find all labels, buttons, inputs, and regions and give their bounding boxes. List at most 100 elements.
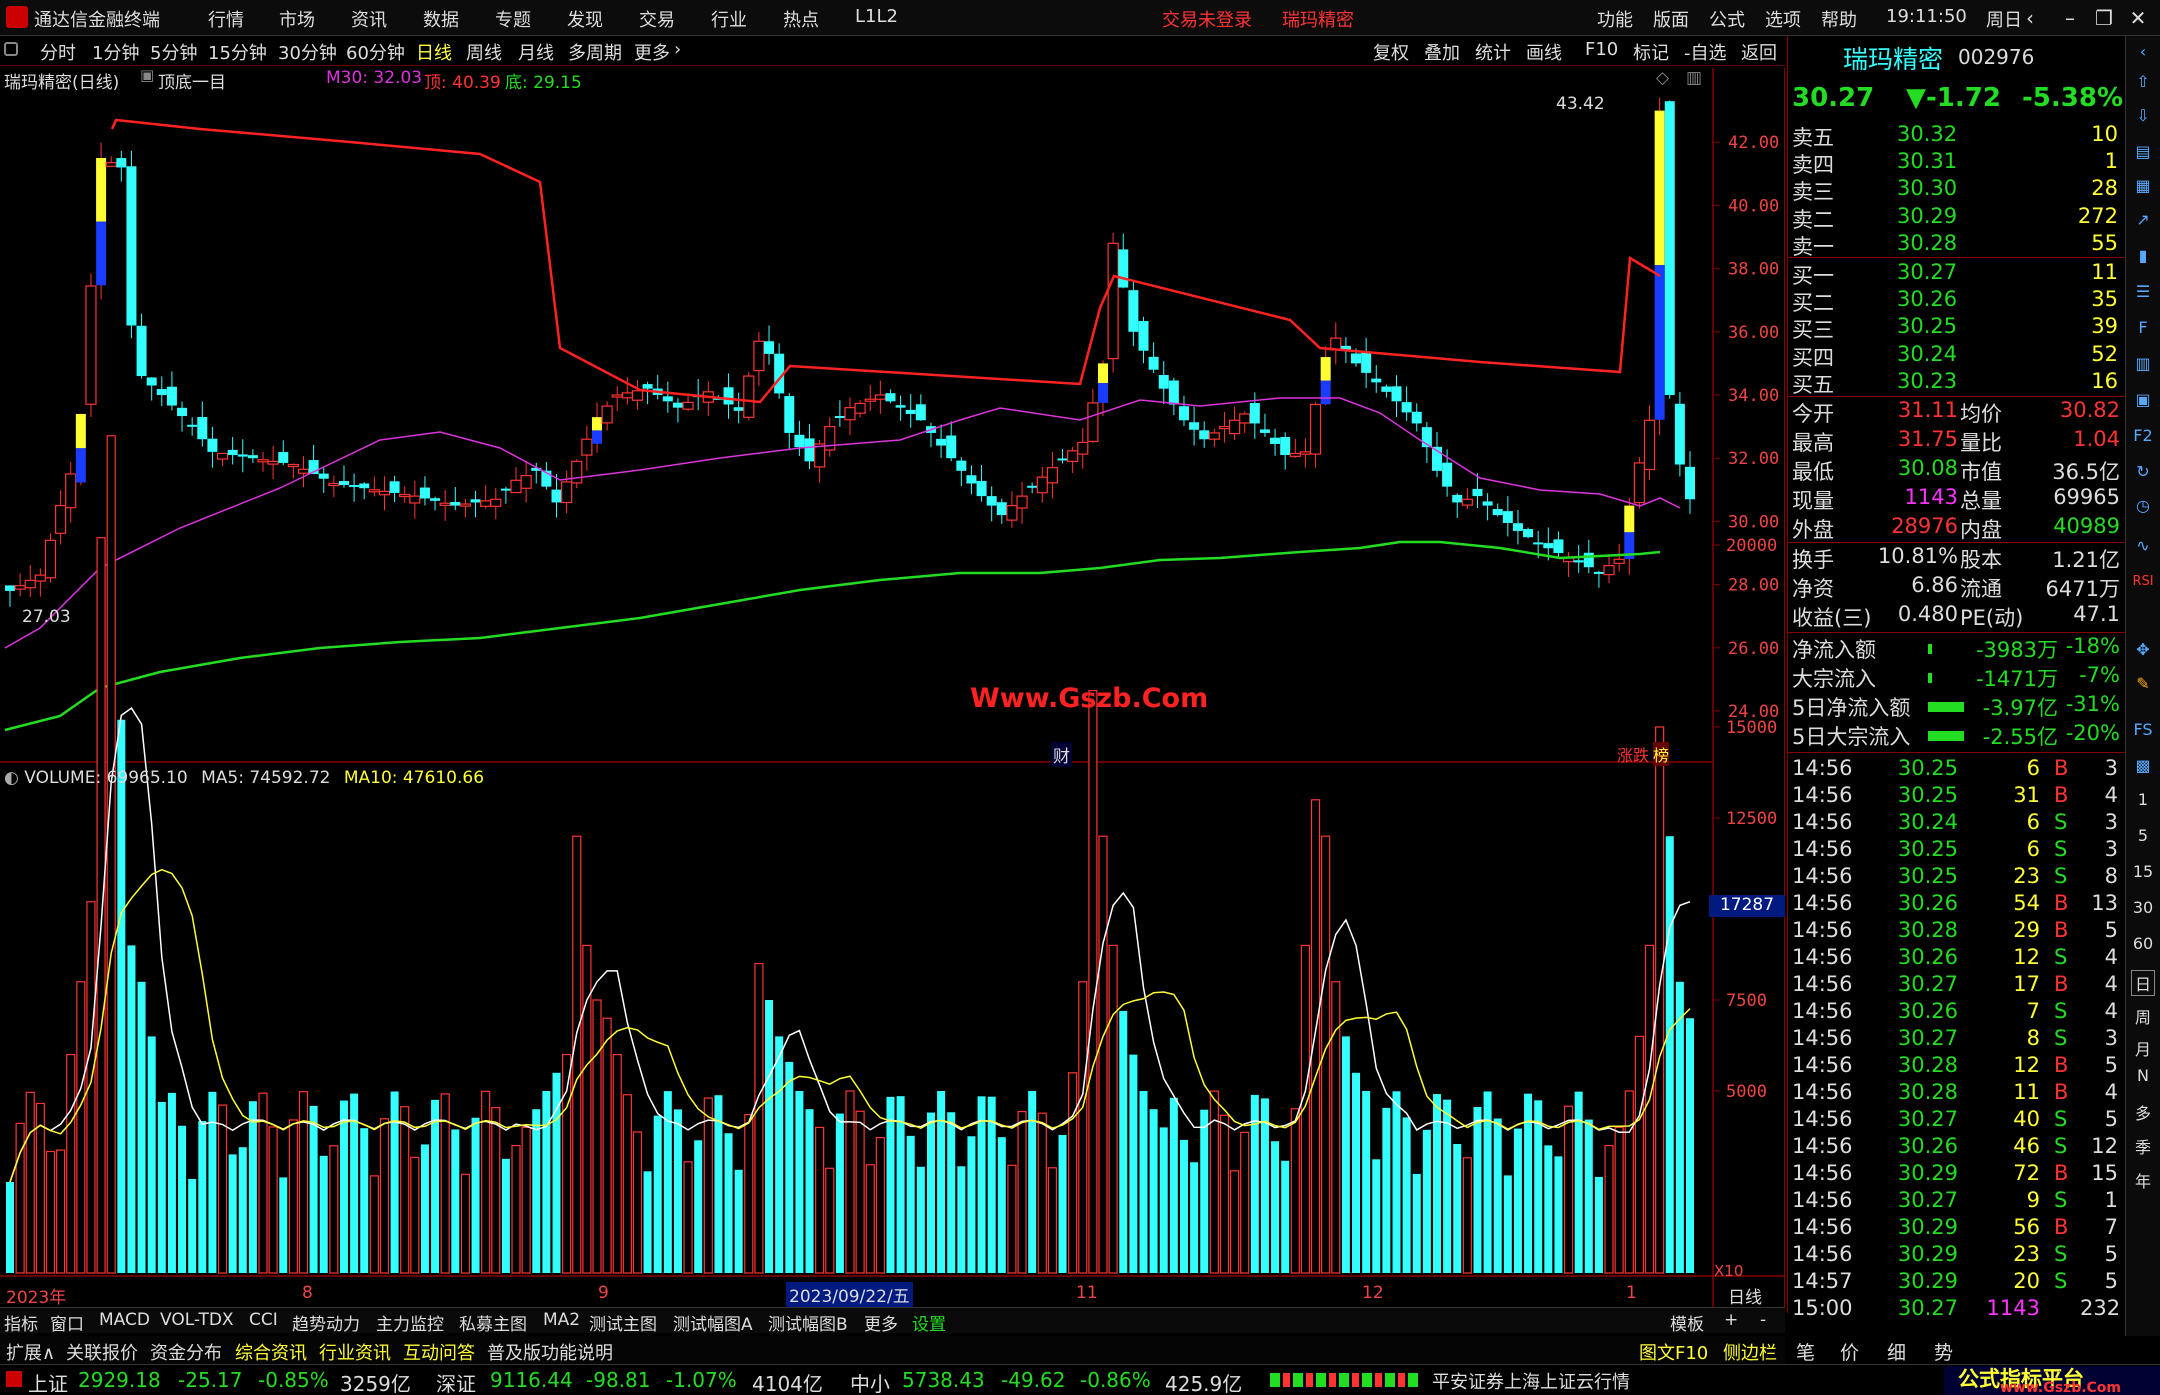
btn-zoom-out[interactable]: - [1760, 1310, 1766, 1330]
sidebar-period-quarter[interactable]: 季 [2131, 1134, 2155, 1158]
tab-daily[interactable]: 日线 [416, 39, 452, 65]
sidebar-f10-icon[interactable]: F [2131, 316, 2155, 340]
btn-tongji[interactable]: 统计 [1475, 39, 1511, 65]
sidebar-period-n[interactable]: N [2131, 1066, 2155, 1085]
rank-marker[interactable]: 涨跌 [1617, 742, 1649, 766]
menu-item-hangqing[interactable]: 行情 [208, 6, 244, 32]
tab-multi-period[interactable]: 多周期 [568, 39, 622, 65]
btn-biaoji[interactable]: 标记 [1633, 39, 1669, 65]
btn-diejia[interactable]: 叠加 [1424, 39, 1460, 65]
sidebar-pen-icon[interactable]: ✎ [2131, 672, 2155, 696]
panel-icon[interactable]: ▥ [1686, 68, 1702, 94]
ext-hangye[interactable]: 行业资讯 [319, 1339, 391, 1365]
broker-label[interactable]: 平安证券上海上证云行情 [1432, 1368, 1630, 1394]
ask-price[interactable]: 30.28 [1897, 231, 1957, 259]
chart-menu-icon[interactable]: ▣ [140, 66, 154, 92]
sidebar-down-icon[interactable]: ⇩ [2131, 104, 2155, 128]
ask-price[interactable]: 30.31 [1897, 149, 1957, 177]
btab-simu[interactable]: 私募主图 [459, 1310, 527, 1335]
menu-item-l1l2[interactable]: L1L2 [855, 6, 898, 27]
menu-item-faxian[interactable]: 发现 [567, 6, 603, 32]
btab-zhibiao[interactable]: 指标 [4, 1310, 38, 1335]
bid-price[interactable]: 30.27 [1897, 260, 1957, 288]
sidebar-period-month[interactable]: 月 [2131, 1036, 2155, 1060]
bid-price[interactable]: 30.26 [1897, 287, 1957, 315]
sz-label[interactable]: 深证 [436, 1368, 476, 1395]
tab-15min[interactable]: 15分钟 [208, 39, 267, 65]
sidebar-doc-icon[interactable]: ▤ [2131, 140, 2155, 164]
tab-60min[interactable]: 60分钟 [346, 39, 405, 65]
btab-test-a[interactable]: 测试幅图A [673, 1310, 753, 1335]
btab-chuangkou[interactable]: 窗口 [50, 1310, 84, 1335]
menu-item-shichang[interactable]: 市场 [279, 6, 315, 32]
sidebar-fs-icon[interactable]: FS [2131, 718, 2155, 742]
close-icon[interactable]: ✕ [2124, 4, 2152, 32]
sidebar-period-year[interactable]: 年 [2131, 1168, 2155, 1192]
sidebar-refresh-icon[interactable]: ↻ [2131, 460, 2155, 484]
menu-item-bangzhu[interactable]: 帮助 [1821, 6, 1857, 32]
btn-template[interactable]: 模板 [1670, 1310, 1704, 1335]
sh-label[interactable]: 上证 [28, 1368, 68, 1395]
bid-price[interactable]: 30.24 [1897, 342, 1957, 370]
cai-marker[interactable]: 财 [1051, 742, 1072, 767]
sidebar-back-icon[interactable]: ‹ [2131, 40, 2155, 64]
sidebar-calc-icon[interactable]: ▣ [2131, 388, 2155, 412]
sidebar-kline-icon[interactable]: ▮ [2131, 244, 2155, 268]
tab-xi[interactable]: 细 [1887, 1338, 1906, 1365]
sidebar-up-icon[interactable]: ⇧ [2131, 70, 2155, 94]
btn-f10[interactable]: F10 [1585, 39, 1618, 60]
btab-more[interactable]: 更多 [864, 1310, 898, 1335]
bid-price[interactable]: 30.23 [1897, 369, 1957, 397]
sidebar-rsi-icon[interactable]: RSI [2131, 570, 2155, 594]
btab-ma2[interactable]: MA2 [543, 1310, 580, 1330]
bang-marker[interactable]: 榜 [1653, 742, 1670, 766]
tab-monthly[interactable]: 月线 [518, 39, 554, 65]
sidebar-period-15[interactable]: 15 [2131, 862, 2155, 881]
sidebar-period-day[interactable]: 日 [2131, 970, 2155, 996]
ask-price[interactable]: 30.29 [1897, 204, 1957, 232]
btab-qushi[interactable]: 趋势动力 [292, 1310, 360, 1335]
sidebar-period-30[interactable]: 30 [2131, 898, 2155, 917]
minimize-icon[interactable]: – [2056, 4, 2084, 32]
ext-puji[interactable]: 普及版功能说明 [487, 1339, 613, 1365]
btab-settings[interactable]: 设置 [912, 1310, 946, 1335]
tab-5min[interactable]: 5分钟 [150, 39, 197, 65]
tab-fenshi[interactable]: 分时 [40, 39, 76, 65]
menu-item-gongneng[interactable]: 功能 [1597, 6, 1633, 32]
sidebar-clock-icon[interactable]: ◷ [2131, 494, 2155, 518]
sidebar-list-icon[interactable]: ☰ [2131, 280, 2155, 304]
btn-fuquan[interactable]: 复权 [1373, 39, 1409, 65]
menu-item-gongshi[interactable]: 公式 [1709, 6, 1745, 32]
ext-hudong[interactable]: 互动问答 [403, 1339, 475, 1365]
menu-item-xuanxiang[interactable]: 选项 [1765, 6, 1801, 32]
sidebar-period-multi[interactable]: 多 [2131, 1100, 2155, 1124]
menu-item-shuju[interactable]: 数据 [423, 6, 459, 32]
sidebar-move-icon[interactable]: ✥ [2131, 638, 2155, 662]
menu-item-zhuanti[interactable]: 专题 [495, 6, 531, 32]
ext-zijin[interactable]: 资金分布 [150, 1339, 222, 1365]
kline-chart-area[interactable]: 42.00 40.00 38.00 36.00 34.00 32.00 30.00 28.00… [0, 68, 1785, 1313]
sidebar-period-60[interactable]: 60 [2131, 934, 2155, 953]
tab-jia[interactable]: 价 [1840, 1338, 1859, 1365]
tab-more[interactable]: 更多 [634, 39, 670, 65]
menu-item-redian[interactable]: 热点 [783, 6, 819, 32]
sidebar-grid-icon[interactable]: ▦ [2131, 174, 2155, 198]
tab-30min[interactable]: 30分钟 [278, 39, 337, 65]
menu-item-banmian[interactable]: 版面 [1653, 6, 1689, 32]
btab-cci[interactable]: CCI [249, 1310, 278, 1330]
trade-status[interactable]: 交易未登录 [1162, 6, 1252, 32]
tab-weekly[interactable]: 周线 [466, 39, 502, 65]
btn-zoom-in[interactable]: + [1724, 1310, 1738, 1330]
ext-expand[interactable]: 扩展∧ [6, 1339, 55, 1365]
tab-1min[interactable]: 1分钟 [92, 39, 139, 65]
btab-test-main[interactable]: 测试主图 [589, 1310, 657, 1335]
volume-collapse-icon[interactable]: ◐ [4, 768, 19, 788]
btab-zhuli[interactable]: 主力监控 [376, 1310, 444, 1335]
btn-zixuan[interactable]: -自选 [1684, 39, 1727, 65]
tab-bi[interactable]: 笔 [1796, 1338, 1815, 1365]
sidebar-period-5[interactable]: 5 [2131, 826, 2155, 845]
sidebar-table-icon[interactable]: ▥ [2131, 352, 2155, 376]
btab-vol-tdx[interactable]: VOL-TDX [160, 1310, 234, 1330]
btn-fanhui[interactable]: 返回 [1741, 39, 1777, 65]
sidebar-image-icon[interactable]: ▩ [2131, 754, 2155, 778]
